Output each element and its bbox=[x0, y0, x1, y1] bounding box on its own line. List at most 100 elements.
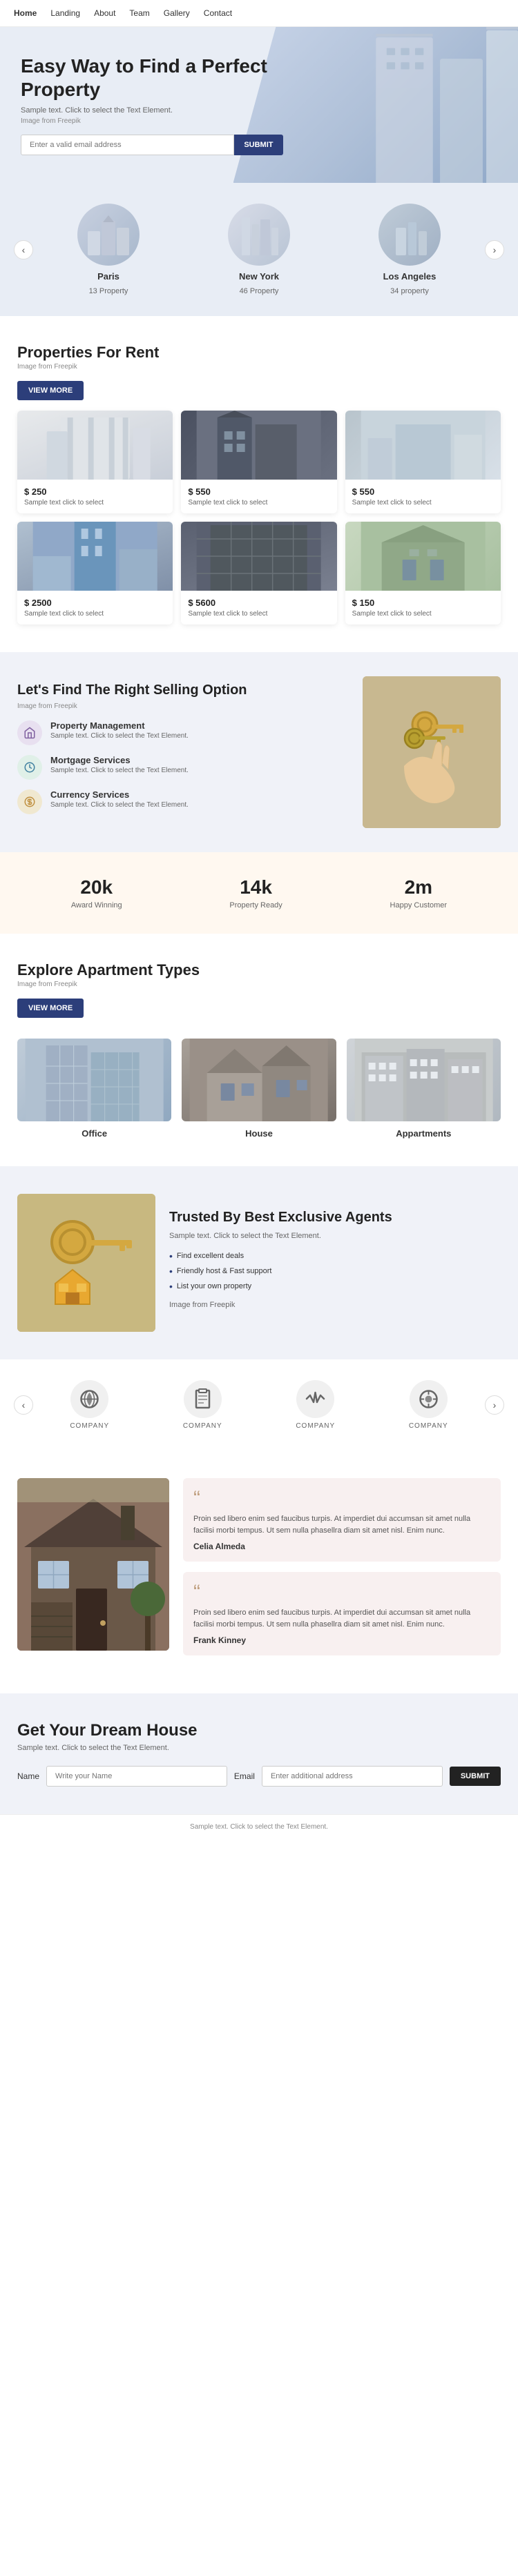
paris-count: 13 Property bbox=[89, 287, 128, 295]
property-card-3[interactable]: $ 550 Sample text click to select bbox=[345, 411, 501, 513]
trusted-features-list: Find excellent deals Friendly host & Fas… bbox=[169, 1248, 501, 1294]
office-image bbox=[17, 1039, 171, 1121]
property-price-4: $ 2500 bbox=[24, 598, 166, 608]
testimonial-author-2: Frank Kinney bbox=[193, 1635, 490, 1645]
service-currency: Currency Services Sample text. Click to … bbox=[17, 789, 349, 814]
logo-2: COMPANY bbox=[183, 1380, 222, 1430]
testimonial-text-2: Proin sed libero enim sed faucibus turpi… bbox=[193, 1607, 490, 1630]
hero-image-from: Image from Freepik bbox=[21, 117, 283, 125]
logo-4: COMPANY bbox=[409, 1380, 448, 1430]
properties-rent-title: Properties For Rent bbox=[17, 344, 501, 362]
property-desc-2: Sample text click to select bbox=[188, 499, 329, 507]
hero-form: SUBMIT bbox=[21, 135, 283, 155]
property-image-3 bbox=[345, 411, 501, 480]
cities-section: ‹ Paris 13 Property bbox=[0, 183, 518, 316]
service-property-management: Property Management Sample text. Click t… bbox=[17, 720, 349, 745]
dream-submit-button[interactable]: SUBMIT bbox=[450, 1767, 501, 1786]
property-image-2 bbox=[181, 411, 336, 480]
property-info-5: $ 5600 Sample text click to select bbox=[181, 591, 336, 625]
cities-prev-arrow[interactable]: ‹ bbox=[14, 240, 33, 259]
nav-landing[interactable]: Landing bbox=[50, 8, 80, 18]
property-info-1: $ 250 Sample text click to select bbox=[17, 480, 173, 513]
testimonials-section: “ Proin sed libero enim sed faucibus tur… bbox=[0, 1451, 518, 1693]
logo-label-2: COMPANY bbox=[183, 1422, 222, 1430]
city-paris-image bbox=[77, 204, 140, 266]
logos-prev-arrow[interactable]: ‹ bbox=[14, 1395, 33, 1415]
nav-home[interactable]: Home bbox=[14, 8, 37, 18]
property-card-5[interactable]: $ 5600 Sample text click to select bbox=[181, 522, 336, 625]
properties-rent-section: Properties For Rent Image from Freepik V… bbox=[0, 316, 518, 652]
trusted-photo bbox=[17, 1194, 155, 1332]
stat-property-num: 14k bbox=[229, 876, 282, 898]
testimonials-left bbox=[17, 1478, 169, 1666]
property-card-1[interactable]: $ 250 Sample text click to select bbox=[17, 411, 173, 513]
nav-about[interactable]: About bbox=[94, 8, 115, 18]
cities-next-arrow[interactable]: › bbox=[485, 240, 504, 259]
testimonials-right: “ Proin sed libero enim sed faucibus tur… bbox=[183, 1478, 501, 1666]
logo-icon-2 bbox=[184, 1380, 222, 1418]
stat-award-label: Award Winning bbox=[71, 901, 122, 910]
nav-team[interactable]: Team bbox=[129, 8, 149, 18]
dream-email-input[interactable] bbox=[262, 1766, 443, 1787]
trusted-left bbox=[17, 1194, 155, 1332]
hero-section: Easy Way to Find a Perfect Property Samp… bbox=[0, 27, 518, 183]
nav-gallery[interactable]: Gallery bbox=[164, 8, 190, 18]
selling-keys-photo bbox=[363, 676, 501, 828]
apartment-office[interactable]: Office bbox=[17, 1039, 171, 1139]
apartment-view-more[interactable]: VIEW MORE bbox=[17, 999, 84, 1018]
property-card-2[interactable]: $ 550 Sample text click to select bbox=[181, 411, 336, 513]
hero-email-input[interactable] bbox=[21, 135, 234, 155]
apartment-image-from: Image from Freepik bbox=[17, 981, 501, 988]
logo-icon-3 bbox=[296, 1380, 334, 1418]
property-price-1: $ 250 bbox=[24, 486, 166, 497]
trusted-feature-2: Friendly host & Fast support bbox=[169, 1264, 501, 1279]
property-price-2: $ 550 bbox=[188, 486, 329, 497]
stat-award: 20k Award Winning bbox=[71, 876, 122, 910]
properties-view-more[interactable]: VIEW MORE bbox=[17, 381, 84, 400]
logo-1: COMPANY bbox=[70, 1380, 109, 1430]
property-price-3: $ 550 bbox=[352, 486, 494, 497]
testimonial-card-1: “ Proin sed libero enim sed faucibus tur… bbox=[183, 1478, 501, 1562]
apartments-label: Appartments bbox=[396, 1128, 451, 1139]
dream-name-input[interactable] bbox=[46, 1766, 227, 1787]
footer-text: Sample text. Click to select the Text El… bbox=[190, 1823, 328, 1831]
hero-content: Easy Way to Find a Perfect Property Samp… bbox=[21, 55, 283, 155]
property-image-5 bbox=[181, 522, 336, 591]
property-card-6[interactable]: $ 150 Sample text click to select bbox=[345, 522, 501, 625]
stat-award-num: 20k bbox=[71, 876, 122, 898]
service-currency-desc: Sample text. Click to select the Text El… bbox=[50, 801, 189, 809]
hero-submit-button[interactable]: SUBMIT bbox=[234, 135, 282, 155]
property-image-6 bbox=[345, 522, 501, 591]
stat-property: 14k Property Ready bbox=[229, 876, 282, 910]
city-paris[interactable]: Paris 13 Property bbox=[77, 204, 140, 295]
property-desc-4: Sample text click to select bbox=[24, 610, 166, 618]
property-card-4[interactable]: $ 2500 Sample text click to select bbox=[17, 522, 173, 625]
quote-mark-2: “ bbox=[193, 1582, 490, 1603]
mortgage-icon bbox=[17, 755, 42, 780]
trusted-feature-1: Find excellent deals bbox=[169, 1248, 501, 1264]
apartment-apartments[interactable]: Appartments bbox=[347, 1039, 501, 1139]
logos-next-arrow[interactable]: › bbox=[485, 1395, 504, 1415]
apartment-title: Explore Apartment Types bbox=[17, 961, 501, 979]
trusted-desc: Sample text. Click to select the Text El… bbox=[169, 1232, 501, 1240]
selling-right bbox=[363, 676, 501, 828]
trusted-image-from: Image from Freepik bbox=[169, 1301, 501, 1309]
city-la-image bbox=[378, 204, 441, 266]
property-desc-1: Sample text click to select bbox=[24, 499, 166, 507]
properties-grid: $ 250 Sample text click to select $ 550 bbox=[17, 411, 501, 625]
apartment-grid: Office House bbox=[17, 1039, 501, 1139]
property-desc-6: Sample text click to select bbox=[352, 610, 494, 618]
service-mortgage-info: Mortgage Services Sample text. Click to … bbox=[50, 755, 189, 774]
nav-contact[interactable]: Contact bbox=[204, 8, 232, 18]
service-currency-info: Currency Services Sample text. Click to … bbox=[50, 789, 189, 809]
dream-name-label: Name bbox=[17, 1771, 39, 1781]
la-count: 34 property bbox=[390, 287, 429, 295]
city-la[interactable]: Los Angeles 34 property bbox=[378, 204, 441, 295]
selling-title: Let's Find The Right Selling Option bbox=[17, 681, 349, 699]
city-newyork[interactable]: New York 46 Property bbox=[228, 204, 290, 295]
service-property-desc: Sample text. Click to select the Text El… bbox=[50, 732, 189, 740]
currency-icon bbox=[17, 789, 42, 814]
apartment-house[interactable]: House bbox=[182, 1039, 336, 1139]
property-info-2: $ 550 Sample text click to select bbox=[181, 480, 336, 513]
footer: Sample text. Click to select the Text El… bbox=[0, 1814, 518, 1839]
